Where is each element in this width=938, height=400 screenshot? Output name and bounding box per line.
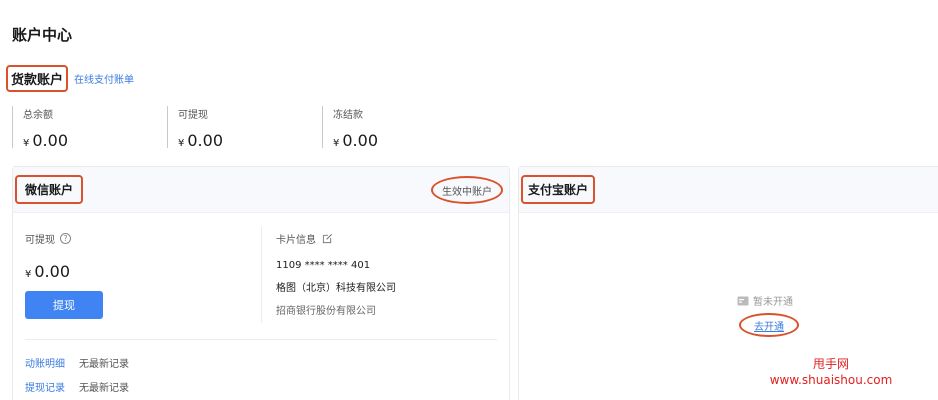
alipay-account-title: 支付宝账户 xyxy=(521,175,596,204)
stat-value: ¥0.00 xyxy=(178,131,322,150)
card-icon xyxy=(737,296,749,306)
goods-account-header: 货款账户 在线支付账单 xyxy=(6,64,134,92)
withdrawable-label: 可提现 xyxy=(25,235,55,246)
stat-value: ¥0.00 xyxy=(333,131,442,150)
currency-symbol: ¥ xyxy=(333,138,340,149)
watermark: 甩手网 www.shuaishou.com xyxy=(766,356,896,388)
currency-symbol: ¥ xyxy=(178,138,185,149)
wechat-balance: ¥0.00 xyxy=(25,262,255,281)
edit-icon[interactable] xyxy=(322,233,333,244)
stat-value: ¥0.00 xyxy=(23,131,167,150)
active-account-badge: 生效中账户 xyxy=(431,176,503,204)
stat-frozen: 冻结款 ¥0.00 xyxy=(322,106,442,150)
wechat-balance-column: 可提现 ? ¥0.00 提现 xyxy=(25,231,255,319)
currency-symbol: ¥ xyxy=(23,138,30,149)
online-payment-bill-link[interactable]: 在线支付账单 xyxy=(74,71,134,86)
watermark-name: 甩手网 xyxy=(812,357,849,371)
stat-total-balance: 总余额 ¥0.00 xyxy=(12,106,167,150)
goods-account-stats: 总余额 ¥0.00 可提现 ¥0.00 冻结款 ¥0.00 xyxy=(12,106,442,150)
wechat-card-header: 微信账户 生效中账户 xyxy=(13,167,509,213)
not-open-text: 暂未开通 xyxy=(753,297,793,308)
record-row: 提现记录 无最新记录 xyxy=(25,379,129,394)
record-status: 无最新记录 xyxy=(79,383,129,394)
help-icon[interactable]: ? xyxy=(60,233,71,244)
card-info-column: 卡片信息 1109 **** **** 401 格图（北京）科技有限公司 招商银… xyxy=(276,231,496,317)
goods-account-title: 货款账户 xyxy=(6,64,69,92)
alipay-card-header: 支付宝账户 xyxy=(519,167,938,213)
card-info-label-row: 卡片信息 xyxy=(276,231,496,246)
record-status: 无最新记录 xyxy=(79,359,129,370)
stat-withdrawable: 可提现 ¥0.00 xyxy=(167,106,322,150)
wechat-account-card: 微信账户 生效中账户 可提现 ? ¥0.00 提现 卡片信息 1109 ****… xyxy=(12,166,510,400)
withdrawable-label-row: 可提现 ? xyxy=(25,231,255,246)
stat-label: 冻结款 xyxy=(333,110,363,121)
company-name: 格图（北京）科技有限公司 xyxy=(276,283,396,294)
go-open-highlight: 去开通 xyxy=(739,313,799,337)
page-title: 账户中心 xyxy=(12,26,73,44)
stat-amount: 0.00 xyxy=(342,131,378,150)
records-divider xyxy=(25,339,497,340)
card-number: 1109 **** **** 401 xyxy=(276,260,371,271)
transaction-details-link[interactable]: 动账明细 xyxy=(25,355,65,370)
stat-amount: 0.00 xyxy=(32,131,68,150)
balance-amount: 0.00 xyxy=(34,262,70,281)
stat-label: 可提现 xyxy=(178,110,208,121)
stat-amount: 0.00 xyxy=(187,131,223,150)
watermark-url: www.shuaishou.com xyxy=(769,373,893,387)
go-open-link[interactable]: 去开通 xyxy=(754,318,784,333)
withdraw-button[interactable]: 提现 xyxy=(25,291,103,319)
stat-label: 总余额 xyxy=(23,110,53,121)
not-open-status: 暂未开通 xyxy=(737,293,793,308)
record-row: 动账明细 无最新记录 xyxy=(25,355,129,370)
column-divider xyxy=(261,227,262,323)
card-info-label: 卡片信息 xyxy=(276,235,316,246)
withdraw-records-link[interactable]: 提现记录 xyxy=(25,379,65,394)
bank-name: 招商银行股份有限公司 xyxy=(276,306,376,317)
wechat-account-title: 微信账户 xyxy=(15,175,84,204)
currency-symbol: ¥ xyxy=(25,269,32,280)
